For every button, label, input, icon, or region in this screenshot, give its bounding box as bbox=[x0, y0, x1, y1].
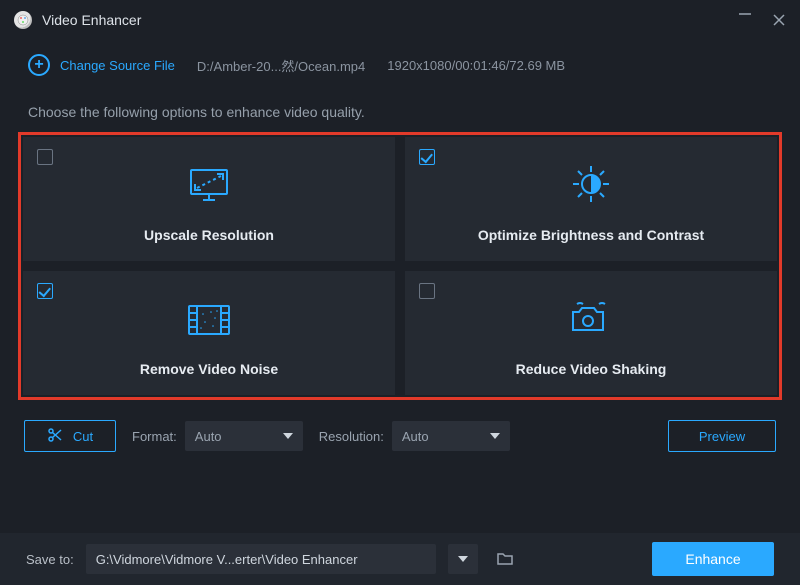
window-title: Video Enhancer bbox=[42, 12, 141, 28]
options-grid: Upscale Resolution bbox=[23, 137, 777, 395]
checkbox-shaking[interactable] bbox=[419, 283, 435, 299]
cut-label: Cut bbox=[73, 429, 93, 444]
checkbox-brightness[interactable] bbox=[419, 149, 435, 165]
instruction-text: Choose the following options to enhance … bbox=[0, 88, 800, 132]
controls-row: Cut Format: Auto Resolution: Auto Previe… bbox=[0, 400, 800, 462]
resolution-label: Resolution: bbox=[319, 429, 384, 444]
browse-folder-button[interactable] bbox=[490, 544, 520, 574]
chevron-down-icon bbox=[283, 433, 293, 439]
format-label: Format: bbox=[132, 429, 177, 444]
monitor-upscale-icon bbox=[185, 166, 233, 211]
resolution-value: Auto bbox=[402, 429, 429, 444]
save-to-label: Save to: bbox=[26, 552, 74, 567]
chevron-down-icon bbox=[490, 433, 500, 439]
titlebar: Video Enhancer bbox=[0, 0, 800, 40]
save-bar: Save to: G:\Vidmore\Vidmore V...erter\Vi… bbox=[0, 533, 800, 585]
change-source-button[interactable]: + Change Source File bbox=[28, 54, 175, 76]
chevron-down-icon bbox=[458, 556, 468, 562]
checkbox-noise[interactable] bbox=[37, 283, 53, 299]
format-value: Auto bbox=[195, 429, 222, 444]
scissors-icon bbox=[47, 427, 63, 446]
option-label: Upscale Resolution bbox=[144, 227, 274, 243]
app-window: Video Enhancer + Change Source File D:/A… bbox=[0, 0, 800, 585]
change-source-label: Change Source File bbox=[60, 58, 175, 73]
source-header: + Change Source File D:/Amber-20...然/Oce… bbox=[0, 40, 800, 88]
option-reduce-shaking[interactable]: Reduce Video Shaking bbox=[405, 271, 777, 395]
brightness-contrast-icon bbox=[567, 162, 615, 211]
preview-button[interactable]: Preview bbox=[668, 420, 776, 452]
app-logo-icon bbox=[14, 11, 32, 29]
save-path-dropdown[interactable] bbox=[448, 544, 478, 574]
option-label: Reduce Video Shaking bbox=[516, 361, 667, 377]
checkbox-upscale[interactable] bbox=[37, 149, 53, 165]
camera-shake-icon bbox=[565, 298, 617, 345]
close-button[interactable] bbox=[772, 13, 786, 27]
film-noise-icon bbox=[183, 300, 235, 345]
plus-icon: + bbox=[28, 54, 50, 76]
options-highlight-box: Upscale Resolution bbox=[18, 132, 782, 400]
option-label: Optimize Brightness and Contrast bbox=[478, 227, 704, 243]
option-label: Remove Video Noise bbox=[140, 361, 278, 377]
cut-button[interactable]: Cut bbox=[24, 420, 116, 452]
option-upscale-resolution[interactable]: Upscale Resolution bbox=[23, 137, 395, 261]
enhance-label: Enhance bbox=[685, 551, 740, 567]
minimize-button[interactable] bbox=[738, 7, 752, 27]
preview-label: Preview bbox=[699, 429, 745, 444]
save-path-value: G:\Vidmore\Vidmore V...erter\Video Enhan… bbox=[96, 552, 358, 567]
format-select[interactable]: Auto bbox=[185, 421, 303, 451]
folder-icon bbox=[496, 551, 514, 567]
resolution-select[interactable]: Auto bbox=[392, 421, 510, 451]
option-remove-noise[interactable]: Remove Video Noise bbox=[23, 271, 395, 395]
save-path-field[interactable]: G:\Vidmore\Vidmore V...erter\Video Enhan… bbox=[86, 544, 436, 574]
source-file-path: D:/Amber-20...然/Ocean.mp4 bbox=[197, 56, 365, 75]
enhance-button[interactable]: Enhance bbox=[652, 542, 774, 576]
option-optimize-brightness[interactable]: Optimize Brightness and Contrast bbox=[405, 137, 777, 261]
source-file-meta: 1920x1080/00:01:46/72.69 MB bbox=[387, 58, 565, 73]
